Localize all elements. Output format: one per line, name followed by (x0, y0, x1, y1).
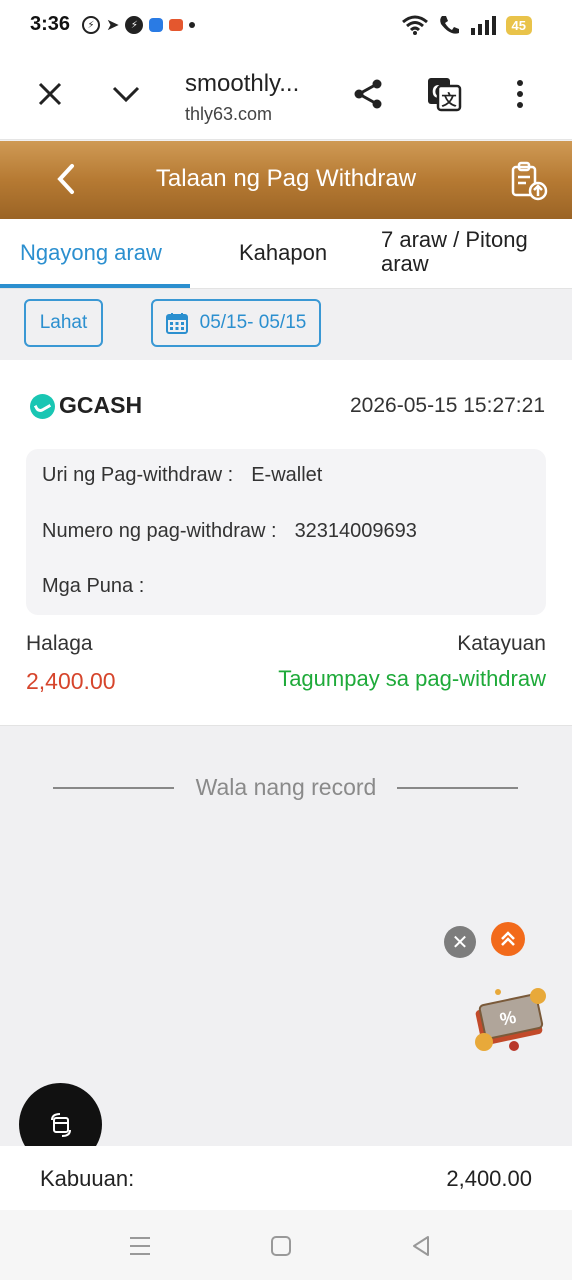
tab-yesterday[interactable]: Kahapon (239, 240, 327, 266)
messenger-icon: ⚡ (82, 16, 100, 34)
withdraw-type-label: Uri ng Pag-withdraw : (42, 464, 234, 486)
amount-value: 2,400.00 (26, 668, 116, 694)
app-icon (169, 19, 184, 31)
date-range-button[interactable]: 05/15- 05/15 (151, 299, 321, 347)
withdraw-record-card[interactable]: GCASH 2026-05-15 15:27:21 Uri ng Pag-wit… (0, 360, 572, 726)
scroll-top-icon[interactable] (491, 922, 525, 956)
filter-all-button[interactable]: Lahat (24, 299, 103, 347)
calendar-icon (165, 313, 188, 334)
amount-label: Halaga (26, 632, 93, 655)
battery-indicator: 45 (505, 15, 532, 35)
promo-coupon-icon[interactable]: % (468, 982, 550, 1054)
record-datetime: 2026-05-15 15:27:21 (350, 394, 545, 417)
page-header: Talaan ng Pag Withdraw (0, 141, 572, 219)
refresh-cube-icon (50, 1112, 71, 1137)
remarks-label: Mga Puna : (42, 575, 145, 597)
status-right-icons: 45 (401, 14, 532, 36)
total-value: 2,400.00 (446, 1166, 532, 1191)
dot-icon (189, 22, 196, 28)
status-bar: 3:36 ⚡ ➤ ⚡ 45 (0, 0, 572, 50)
withdraw-type-value: E-wallet (251, 464, 323, 486)
active-tab-indicator (0, 284, 190, 288)
no-more-records-text: Wala nang record (195, 774, 377, 800)
share-icon[interactable] (348, 74, 388, 114)
svg-text:文: 文 (441, 91, 457, 109)
status-value: Tagumpay sa pag-withdraw (278, 666, 546, 691)
withdraw-type-row: Uri ng Pag-withdraw : E-wallet (42, 464, 322, 487)
home-icon[interactable] (267, 1232, 295, 1260)
browser-bar: smoothly... thly63.com G 文 (0, 50, 572, 140)
withdraw-number-label: Numero ng pag-withdraw : (42, 520, 277, 542)
tab-today[interactable]: Ngayong araw (20, 240, 162, 266)
messenger-icon: ⚡ (125, 16, 144, 34)
total-bar: Kabuuan: 2,400.00 (0, 1146, 572, 1210)
recent-apps-icon[interactable] (126, 1232, 154, 1260)
telegram-icon: ➤ (106, 17, 120, 34)
record-details: Uri ng Pag-withdraw : E-wallet Numero ng … (26, 449, 546, 615)
payment-method: GCASH (59, 392, 143, 418)
date-tabs: Ngayong araw Kahapon 7 araw / Pitong ara… (0, 219, 572, 289)
signal-icon (470, 16, 496, 35)
close-float-icon[interactable]: ✕ (444, 926, 476, 958)
call-icon (439, 16, 459, 34)
withdraw-number-value: 32314009693 (294, 520, 417, 542)
chevron-down-icon[interactable] (106, 74, 146, 114)
status-time: 3:36 (30, 13, 71, 35)
close-icon[interactable] (30, 74, 70, 114)
wifi-icon (401, 15, 428, 35)
status-label: Katayuan (457, 632, 546, 655)
clipboard-upload-icon[interactable] (510, 161, 548, 201)
status-app-icons: ⚡ ➤ ⚡ (82, 15, 196, 35)
gcash-logo-icon (30, 394, 55, 419)
browser-page-title[interactable]: smoothly... (185, 70, 299, 98)
browser-url[interactable]: thly63.com (185, 104, 272, 125)
page-title: Talaan ng Pag Withdraw (155, 165, 417, 192)
date-range-label: 05/15- 05/15 (199, 312, 307, 333)
tab-seven-days[interactable]: 7 araw / Pitong araw (381, 228, 561, 276)
withdraw-number-row: Numero ng pag-withdraw : 32314009693 (42, 520, 417, 543)
total-label: Kabuuan: (40, 1166, 135, 1191)
back-nav-icon[interactable] (407, 1232, 435, 1260)
system-nav-bar (0, 1210, 572, 1280)
remarks-row: Mga Puna : (42, 575, 162, 598)
translate-icon[interactable]: G 文 (424, 74, 464, 114)
more-icon[interactable] (500, 74, 540, 114)
filter-row: Lahat 05/15- 05/15 (0, 289, 572, 359)
app-icon (149, 18, 164, 32)
